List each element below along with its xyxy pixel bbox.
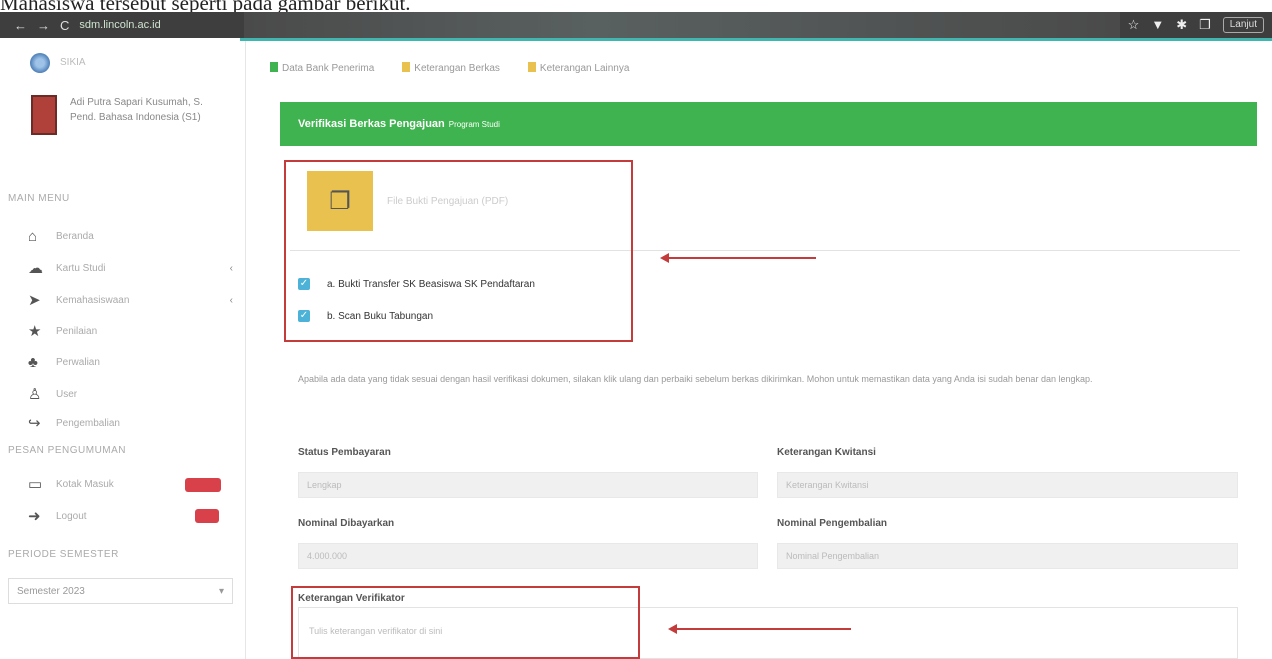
continue-button[interactable]: Lanjut xyxy=(1222,17,1264,33)
semester-select-value: Semester 2023 xyxy=(17,585,85,597)
panel-title: Verifikasi Berkas Pengajuan xyxy=(298,118,445,130)
sidebar-item-penilaian[interactable]: ★ Penilaian xyxy=(28,322,233,340)
window-icon[interactable]: ❐ xyxy=(1199,17,1211,33)
header-accent-line xyxy=(240,38,1272,41)
status-label: Status Pembayaran xyxy=(298,447,391,458)
notification-badge xyxy=(185,478,221,492)
star-icon[interactable]: ☆ xyxy=(1128,17,1140,33)
semester-select[interactable]: Semester 2023 ▾ xyxy=(8,578,233,604)
section-semester: PERIODE SEMESTER xyxy=(8,549,119,560)
chevron-left-icon: ‹ xyxy=(229,294,233,306)
browser-extension-icons: ☆ ▼ ✱ ❐ Lanjut xyxy=(1120,17,1272,33)
home-icon: ⌂ xyxy=(28,228,38,245)
profile-name: Adi Putra Sapari Kusumah, S. xyxy=(70,97,203,108)
nominal-pengembalian-label: Nominal Pengembalian xyxy=(777,518,888,529)
cloud-icon: ☁ xyxy=(28,260,43,277)
browser-nav: ← → C sdm.lincoln.ac.id xyxy=(0,18,244,33)
logo-icon xyxy=(30,53,50,73)
highlight-box-documents xyxy=(284,160,633,342)
tab-data-bank[interactable]: Data Bank Penerima xyxy=(270,62,374,74)
user-icon: ♙ xyxy=(28,386,42,403)
nominal-label: Nominal Dibayarkan xyxy=(298,518,395,529)
filter-icon[interactable]: ▼ xyxy=(1151,17,1164,33)
inbox-icon: ▭ xyxy=(28,476,43,493)
users-icon: ♣ xyxy=(28,354,38,371)
back-icon[interactable]: ← xyxy=(14,18,27,33)
tab-label: Data Bank Penerima xyxy=(282,63,375,74)
puzzle-icon[interactable]: ✱ xyxy=(1176,17,1187,33)
sidebar-item-label: Beranda xyxy=(56,231,94,242)
sidebar-item-perwalian[interactable]: ♣ Perwalian xyxy=(28,354,233,371)
notification-badge xyxy=(195,509,219,523)
sidebar-item-pengembalian[interactable]: ↪ Pengembalian xyxy=(28,414,233,432)
checkbox-icon xyxy=(270,62,278,72)
sidebar-item-beranda[interactable]: ⌂ Beranda xyxy=(28,228,233,245)
sidebar-item-user[interactable]: ♙ User xyxy=(28,385,233,403)
profile-program: Pend. Bahasa Indonesia (S1) xyxy=(70,112,201,123)
sidebar-item-label: Penilaian xyxy=(56,325,98,337)
avatar xyxy=(31,95,57,135)
sidebar-item-label: Perwalian xyxy=(56,357,100,368)
nominal-field[interactable]: 4.000.000 xyxy=(298,543,758,569)
tab-bar: Data Bank Penerima Keterangan Berkas Ket… xyxy=(270,62,629,74)
file-icon xyxy=(527,62,536,72)
address-bar-rest[interactable] xyxy=(244,12,1120,38)
panel-header: Verifikasi Berkas Pengajuan Program Stud… xyxy=(280,102,1257,146)
sidebar-item-label: Kartu Studi xyxy=(56,262,106,274)
sidebar-item-label: Kemahasiswaan xyxy=(56,294,130,306)
tab-keterangan-berkas[interactable]: Keterangan Berkas xyxy=(402,62,500,74)
address-bar[interactable]: sdm.lincoln.ac.id xyxy=(79,19,160,31)
send-icon: ➤ xyxy=(28,292,41,309)
tab-keterangan-lainnya[interactable]: Keterangan Lainnya xyxy=(527,62,630,74)
reload-icon[interactable]: C xyxy=(60,18,69,33)
notice-text: Apabila ada data yang tidak sesuai denga… xyxy=(298,374,1093,384)
star-icon: ★ xyxy=(28,323,42,340)
tab-label: Keterangan Berkas xyxy=(414,63,500,74)
browser-toolbar: ← → C sdm.lincoln.ac.id ☆ ▼ ✱ ❐ Lanjut xyxy=(0,12,1272,38)
sidebar-item-label: User xyxy=(56,388,78,400)
panel-subtitle: Program Studi xyxy=(448,119,500,129)
sidebar: SIKIA Adi Putra Sapari Kusumah, S. Pend.… xyxy=(0,41,246,659)
sidebar-item-kemahasiswaan[interactable]: ➤ Kemahasiswaan ‹ xyxy=(28,291,233,309)
status-field[interactable]: Lengkap xyxy=(298,472,758,498)
forward-icon[interactable]: → xyxy=(37,18,50,33)
highlight-box-verifikator xyxy=(291,586,640,659)
nominal-pengembalian-field[interactable]: Nominal Pengembalian xyxy=(777,543,1238,569)
keterangan-kwitansi-label: Keterangan Kwitansi xyxy=(777,447,876,458)
tab-label: Keterangan Lainnya xyxy=(539,63,630,74)
logout-icon: ➜ xyxy=(28,508,41,525)
sidebar-item-label: Pengembalian xyxy=(56,417,120,429)
sidebar-item-kartu-studi[interactable]: ☁ Kartu Studi ‹ xyxy=(28,259,233,277)
section-main-menu: MAIN MENU xyxy=(8,193,70,204)
share-icon: ↪ xyxy=(28,415,41,432)
chevron-left-icon: ‹ xyxy=(229,262,233,274)
annotation-arrow xyxy=(668,624,851,634)
chevron-down-icon: ▾ xyxy=(218,585,224,597)
logo-text: SIKIA xyxy=(60,57,86,68)
annotation-arrow xyxy=(660,253,816,263)
section-pesan: PESAN PENGUMUMAN xyxy=(8,445,127,456)
keterangan-kwitansi-field[interactable]: Keterangan Kwitansi xyxy=(777,472,1238,498)
file-icon xyxy=(402,62,411,72)
